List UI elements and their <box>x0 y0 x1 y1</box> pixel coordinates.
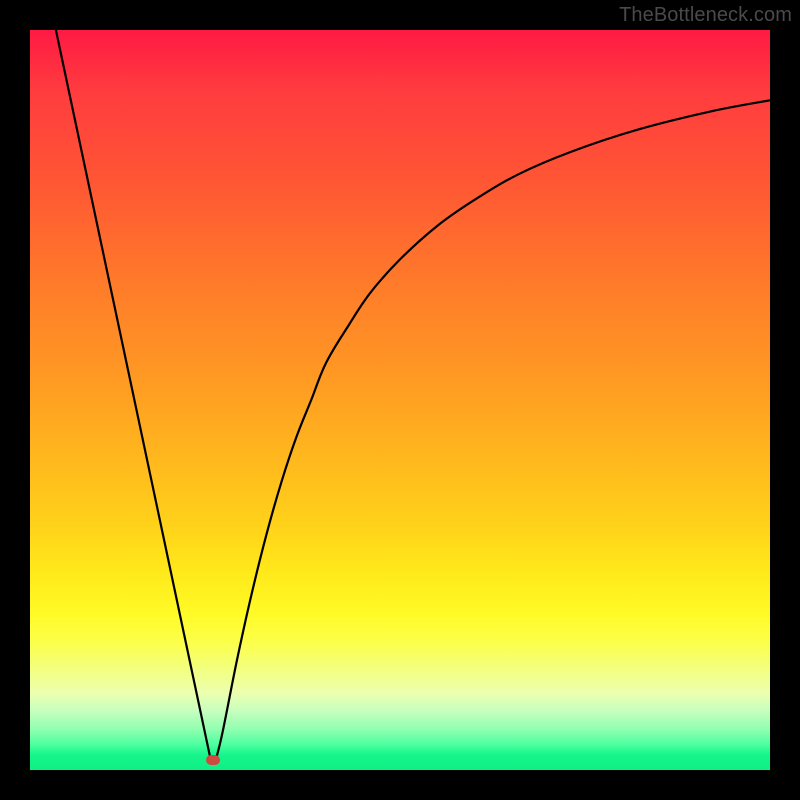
chart-right-curve <box>215 100 770 762</box>
chart-frame: TheBottleneck.com <box>0 0 800 800</box>
chart-left-line <box>56 30 211 763</box>
chart-marker-point <box>206 755 220 765</box>
chart-plot-area <box>30 30 770 770</box>
chart-curve-svg <box>30 30 770 770</box>
watermark-text: TheBottleneck.com <box>619 4 792 27</box>
